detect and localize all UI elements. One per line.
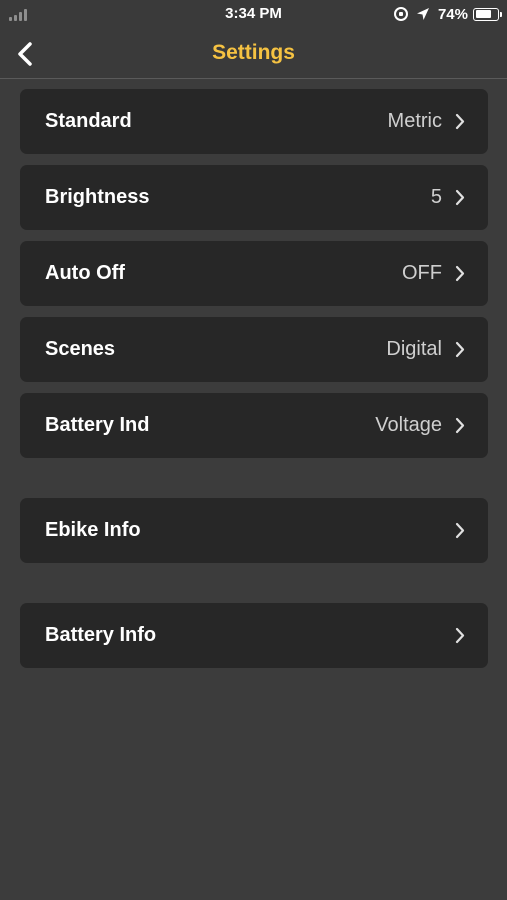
status-bar: 3:34 PM 74% <box>0 0 507 28</box>
setting-row-battery-info[interactable]: Battery Info <box>20 603 488 668</box>
setting-row-brightness[interactable]: Brightness 5 <box>20 165 488 230</box>
setting-label: Brightness <box>45 186 150 208</box>
chevron-right-icon <box>455 265 465 282</box>
setting-value: Metric <box>387 110 442 132</box>
chevron-right-icon <box>455 113 465 130</box>
chevron-right-icon <box>455 627 465 644</box>
setting-label: Battery Ind <box>45 414 150 436</box>
battery-icon <box>473 7 502 21</box>
location-arrow-icon <box>416 8 429 20</box>
settings-list: Standard Metric Brightness 5 Auto Off OF… <box>20 89 488 668</box>
setting-value: 5 <box>430 186 442 208</box>
chevron-right-icon <box>455 417 465 434</box>
setting-value: Voltage <box>375 414 442 436</box>
chevron-right-icon <box>455 189 465 206</box>
page-title: Settings <box>212 41 295 64</box>
rotation-lock-icon <box>393 7 408 21</box>
battery-percent: 74% <box>437 5 468 23</box>
setting-label: Ebike Info <box>45 519 141 541</box>
chevron-right-icon <box>455 522 465 539</box>
setting-value: Digital <box>386 338 442 360</box>
setting-row-battery-ind[interactable]: Battery Ind Voltage <box>20 393 488 458</box>
battery-fill <box>475 10 492 18</box>
setting-row-scenes[interactable]: Scenes Digital <box>20 317 488 382</box>
status-right-group: 74% <box>393 4 502 24</box>
setting-label: Battery Info <box>45 624 157 646</box>
navigation-bar: Settings <box>0 28 507 79</box>
setting-label: Standard <box>45 110 132 132</box>
setting-row-auto-off[interactable]: Auto Off OFF <box>20 241 488 306</box>
chevron-right-icon <box>455 341 465 358</box>
setting-value: OFF <box>402 262 442 284</box>
setting-row-standard[interactable]: Standard Metric <box>20 89 488 154</box>
setting-row-ebike-info[interactable]: Ebike Info <box>20 498 488 563</box>
setting-label: Auto Off <box>45 262 125 284</box>
setting-label: Scenes <box>45 338 116 360</box>
